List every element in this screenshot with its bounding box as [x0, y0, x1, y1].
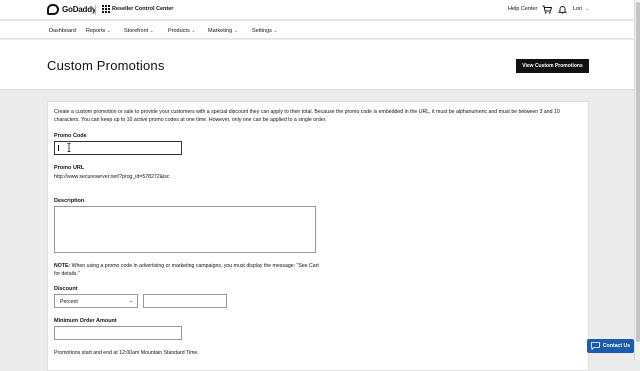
timezone-note: Promotions start and end at 12:00am Moun…: [54, 350, 199, 356]
promo-code-input[interactable]: [54, 141, 182, 155]
promo-url-value: http://www.secureserver.net/?prog_id=578…: [54, 174, 170, 180]
logo-text: GoDaddy: [62, 5, 97, 14]
text-cursor-icon: [67, 143, 71, 152]
user-name: Lori: [573, 6, 583, 12]
chevron-down-icon: ⌄: [191, 28, 196, 33]
cart-icon[interactable]: [542, 5, 552, 14]
description-label: Description: [54, 198, 85, 204]
nav-item-products[interactable]: Products ⌄: [168, 28, 195, 34]
top-bar: GoDaddy Reseller Control Center Help Cen…: [0, 0, 634, 20]
chevron-down-icon: ⌄: [107, 28, 111, 33]
app-grid-icon[interactable]: [102, 5, 110, 13]
description-field[interactable]: [54, 206, 316, 253]
nav-item-marketing[interactable]: Marketing ⌄: [208, 28, 238, 34]
chevron-down-icon: ⌄: [150, 28, 154, 33]
godaddy-logo[interactable]: GoDaddy: [47, 4, 96, 15]
page-scrollbar[interactable]: [634, 0, 640, 360]
header-divider: [95, 5, 96, 15]
promo-code-label: Promo Code: [54, 133, 87, 139]
nav-item-settings[interactable]: Settings ⌄: [252, 28, 277, 34]
note-text: NOTE: When using a promo code in adverti…: [54, 262, 324, 278]
chevron-down-icon: ⌄: [128, 298, 133, 304]
discount-amount-input[interactable]: [143, 294, 227, 308]
form-intro-text: Create a custom promotion or sale to pro…: [54, 109, 560, 124]
contact-us-button[interactable]: Contact Us: [587, 339, 634, 353]
minimum-order-label: Minimum Order Amount: [54, 318, 117, 324]
help-center-link[interactable]: Help Center: [508, 6, 537, 12]
nav-item-reports[interactable]: Reports ⌄: [86, 28, 111, 34]
app-name[interactable]: Reseller Control Center: [112, 6, 173, 12]
user-menu[interactable]: Lori ⌄: [573, 6, 589, 12]
note-label: NOTE:: [54, 263, 71, 269]
chevron-down-icon: ⌄: [273, 28, 278, 33]
nav-item-label: Storefront: [124, 28, 149, 34]
bell-icon[interactable]: [558, 5, 567, 14]
text-caret: [58, 145, 59, 151]
contact-us-label: Contact Us: [602, 343, 631, 349]
nav-item-label: Products: [168, 28, 190, 34]
main-nav: Dashboard Reports ⌄ Storefront ⌄ Products ⌄…: [0, 21, 634, 39]
chat-icon: [590, 342, 600, 350]
nav-item-dashboard[interactable]: Dashboard: [49, 28, 76, 34]
chevron-down-icon: ⌄: [234, 28, 238, 33]
note-message: When using a promo code in advertising o…: [54, 263, 319, 277]
discount-label: Discount: [54, 286, 78, 292]
discount-type-select[interactable]: Percent ⌄: [54, 294, 138, 308]
nav-item-label: Reports: [86, 28, 106, 34]
nav-item-label: Marketing: [208, 28, 233, 34]
scrollbar-thumb[interactable]: [636, 2, 640, 342]
promo-url-label: Promo URL: [54, 165, 85, 171]
view-custom-promotions-button[interactable]: View Custom Promotions: [516, 59, 589, 73]
chevron-down-icon: ⌄: [585, 6, 590, 11]
nav-item-label: Settings: [252, 28, 272, 34]
page-title: Custom Promotions: [47, 58, 165, 73]
nav-item-label: Dashboard: [49, 28, 76, 34]
minimum-order-input[interactable]: [54, 326, 182, 340]
discount-type-value: Percent: [60, 299, 78, 305]
nav-item-storefront[interactable]: Storefront ⌄: [124, 28, 154, 34]
godaddy-logo-icon: [47, 4, 59, 15]
